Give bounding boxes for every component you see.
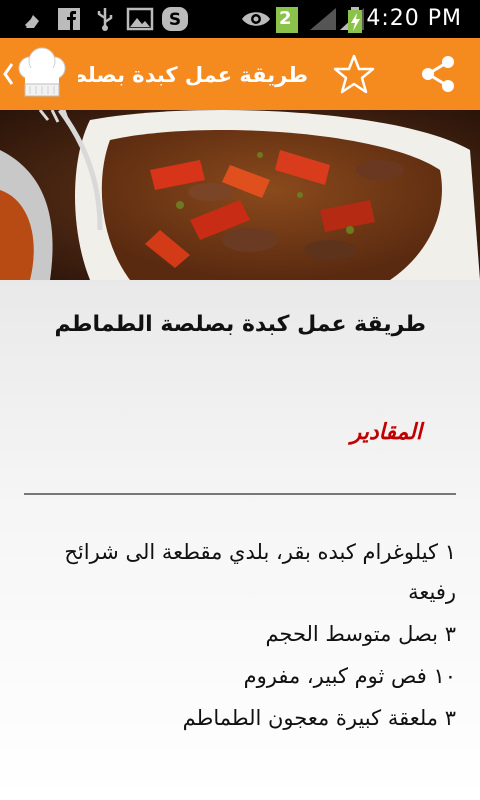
battery-charging-icon: [348, 7, 362, 33]
action-bar-title: طريقة عمل كبدة بصلصة...: [78, 63, 308, 87]
eye-icon: [242, 12, 270, 26]
notification-count: 2: [279, 8, 292, 29]
ingredients-list: ١ كيلوغرام كبده بقر، بلدي مقطعة الى شرائ…: [56, 532, 456, 740]
divider: [24, 493, 456, 495]
wifi-icon: [310, 8, 336, 30]
usb-icon: [97, 8, 113, 31]
ingredient-item: ٣ بصل متوسط الحجم: [265, 622, 456, 646]
ingredient-item: ١٠ فص ثوم كبير، مفروم: [243, 664, 456, 688]
skype-icon: S: [162, 7, 188, 31]
share-icon[interactable]: [416, 52, 460, 96]
chevron-left-icon[interactable]: [2, 60, 14, 88]
ingredient-item: ٣ ملعقة كبيرة معجون الطماطم: [182, 706, 456, 730]
star-icon[interactable]: [332, 52, 376, 96]
svg-text:S: S: [169, 10, 181, 30]
action-bar: طريقة عمل كبدة بصلصة...: [0, 38, 480, 110]
facebook-icon: [58, 8, 80, 30]
broom-icon: [24, 15, 39, 28]
recipe-photo: [0, 110, 480, 280]
ingredient-item: ١ كيلوغرام كبده بقر، بلدي مقطعة الى شرائ…: [64, 540, 456, 604]
recipe-content: طريقة عمل كبدة بصلصة الطماطم المقادير ١ …: [0, 280, 480, 800]
status-bar: S 2 4:20 PM: [0, 0, 480, 38]
status-time: 4:20 PM: [366, 6, 462, 31]
chef-hat-icon[interactable]: [16, 46, 68, 102]
ingredients-heading: المقادير: [350, 420, 422, 445]
recipe-title: طريقة عمل كبدة بصلصة الطماطم: [54, 312, 426, 337]
image-icon: [126, 7, 154, 31]
